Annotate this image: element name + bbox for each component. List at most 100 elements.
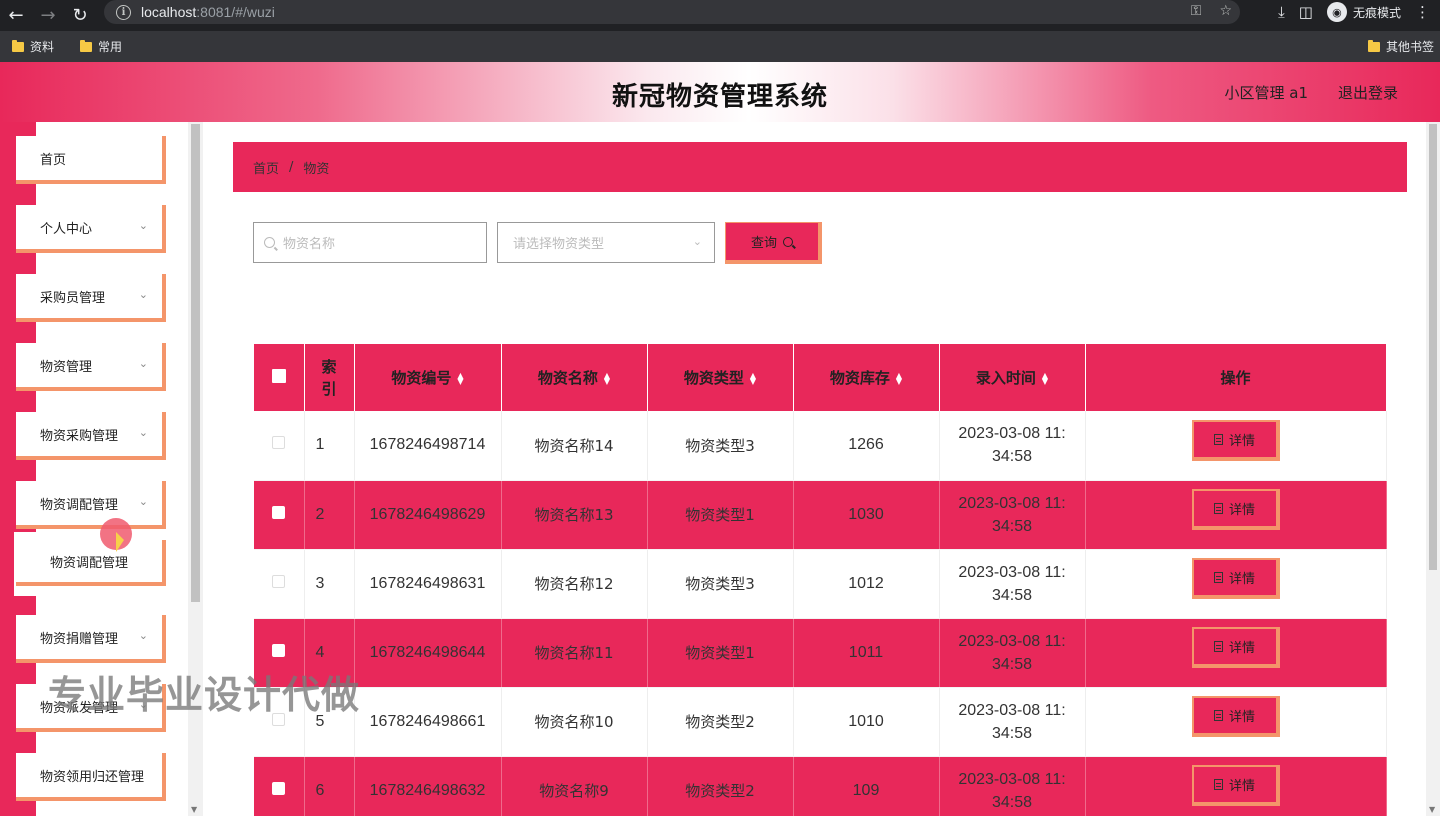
sort-icon[interactable]: ▲ ▼ <box>457 371 463 385</box>
row-checkbox[interactable] <box>272 505 286 519</box>
detail-button[interactable]: 详情 <box>1191 765 1280 806</box>
main-content: 首页 / 物资 物资名称 请选择物资类型 ⌄ 查询 索引 物资编号 ▲ ▼ 物资名称… <box>203 122 1426 816</box>
cell-time: 2023-03-08 11: 34:58 <box>939 756 1086 816</box>
back-icon[interactable]: ← <box>0 0 32 31</box>
sidebar-item-donation[interactable]: 物资捐赠管理 ⌄ <box>16 615 166 663</box>
col-code[interactable]: 物资编号 ▲ ▼ <box>354 344 502 411</box>
sidepanel-icon[interactable]: ◫ <box>1299 3 1313 21</box>
bookmark-folder-1[interactable]: 资料 <box>12 38 54 55</box>
sort-icon[interactable]: ▲ ▼ <box>750 371 756 385</box>
sidebar-item-allocation[interactable]: 物资调配管理 ⌄ <box>16 481 166 529</box>
current-user: 小区管理 a1 <box>1224 84 1308 102</box>
sidebar-item-buyers[interactable]: 采购员管理 ⌄ <box>16 274 166 322</box>
document-icon <box>1213 779 1223 790</box>
sidebar-item-supplies[interactable]: 物资管理 ⌄ <box>16 343 166 391</box>
scroll-down-icon[interactable]: ▼ <box>1429 805 1435 814</box>
download-icon[interactable]: ⤓ <box>1278 3 1285 21</box>
supply-name-input[interactable]: 物资名称 <box>253 222 487 263</box>
sort-icon[interactable]: ▲ ▼ <box>604 371 610 385</box>
table-row: 5 1678246498661 物资名称10 物资类型2 1010 2023-0… <box>254 687 1387 757</box>
cell-time: 2023-03-08 11: 34:58 <box>939 687 1086 757</box>
cell-stock: 1012 <box>793 549 940 619</box>
incognito-icon: ◉ <box>1326 2 1347 22</box>
supplies-table: 索引 物资编号 ▲ ▼ 物资名称 ▲ ▼ 物资类型 ▲ ▼ 物资库存 ▲ ▼ 录入时间 ▲ ▼ 操作… <box>254 344 1387 816</box>
detail-button[interactable]: 详情 <box>1191 419 1280 461</box>
row-checkbox[interactable] <box>272 781 286 795</box>
cell-code: 1678246498632 <box>354 756 502 816</box>
sidebar-item-home[interactable]: 首页 <box>16 136 166 184</box>
sort-icon[interactable]: ▲ ▼ <box>1042 371 1048 385</box>
cell-stock: 1010 <box>793 687 940 757</box>
cell-stock: 1266 <box>793 411 940 481</box>
logout-link[interactable]: 退出登录 <box>1338 82 1398 103</box>
chevron-down-icon: ⌄ <box>138 629 148 642</box>
sidebar-item-borrow-return[interactable]: 物资领用归还管理 <box>16 753 166 801</box>
document-icon <box>1213 503 1223 514</box>
address-bar[interactable]: i localhost:8081/#/wuzi ⚿ ☆ <box>104 0 1240 24</box>
table-row: 1 1678246498714 物资名称14 物资类型3 1266 2023-0… <box>254 411 1387 481</box>
reload-icon[interactable]: ↻ <box>64 0 96 31</box>
chevron-down-icon: ⌄ <box>138 426 148 439</box>
mouse-cursor-icon <box>116 532 124 552</box>
col-index: 索引 <box>304 344 355 411</box>
detail-button[interactable]: 详情 <box>1191 627 1280 668</box>
bookmark-folder-2[interactable]: 常用 <box>80 38 122 55</box>
cell-stock: 1030 <box>793 480 940 550</box>
col-action: 操作 <box>1085 344 1387 411</box>
page-scroll-thumb[interactable] <box>1429 124 1437 570</box>
cell-name: 物资名称14 <box>501 411 648 481</box>
scroll-down-icon[interactable]: ▼ <box>191 805 197 814</box>
folder-icon <box>1367 39 1380 52</box>
col-name[interactable]: 物资名称 ▲ ▼ <box>501 344 648 411</box>
query-button[interactable]: 查询 <box>725 222 822 264</box>
other-bookmarks[interactable]: 其他书签 <box>1367 38 1434 55</box>
breadcrumb: 首页 / 物资 <box>233 142 1407 192</box>
cell-code: 1678246498714 <box>354 411 502 481</box>
detail-button[interactable]: 详情 <box>1191 489 1280 530</box>
chevron-down-icon: ⌄ <box>138 357 148 370</box>
cell-type: 物资类型3 <box>647 411 794 481</box>
select-all-cell[interactable] <box>254 344 305 411</box>
detail-button[interactable]: 详情 <box>1191 558 1280 599</box>
document-icon <box>1213 641 1223 652</box>
cell-action: 详情 <box>1085 411 1387 481</box>
row-checkbox[interactable] <box>272 436 286 450</box>
breadcrumb-home[interactable]: 首页 <box>253 158 279 177</box>
select-all-checkbox[interactable] <box>271 368 286 383</box>
site-info-icon[interactable]: i <box>116 4 131 20</box>
submenu-item-allocation[interactable]: 物资调配管理 <box>16 540 166 586</box>
cell-name: 物资名称12 <box>501 549 648 619</box>
table-row: 3 1678246498631 物资名称12 物资类型3 1012 2023-0… <box>254 549 1387 619</box>
breadcrumb-separator: / <box>289 159 294 175</box>
sidebar-scroll-thumb[interactable] <box>191 124 200 602</box>
sidebar-item-profile[interactable]: 个人中心 ⌄ <box>16 205 166 253</box>
table-row: 4 1678246498644 物资名称11 物资类型1 1011 2023-0… <box>254 618 1387 688</box>
cell-action: 详情 <box>1085 480 1387 550</box>
forward-icon[interactable]: → <box>32 0 64 31</box>
col-stock[interactable]: 物资库存 ▲ ▼ <box>793 344 940 411</box>
cell-action: 详情 <box>1085 618 1387 688</box>
cell-type: 物资类型3 <box>647 549 794 619</box>
cell-name: 物资名称9 <box>501 756 648 816</box>
row-checkbox[interactable] <box>272 643 286 657</box>
cell-type: 物资类型2 <box>647 756 794 816</box>
col-time[interactable]: 录入时间 ▲ ▼ <box>939 344 1086 411</box>
cell-index: 1 <box>304 411 355 481</box>
document-icon <box>1213 572 1223 583</box>
row-checkbox[interactable] <box>272 574 286 588</box>
table-row: 2 1678246498629 物资名称13 物资类型1 1030 2023-0… <box>254 480 1387 550</box>
menu-kebab-icon[interactable]: ⋮ <box>1415 3 1430 21</box>
page-scrollbar[interactable]: ▼ <box>1426 122 1440 816</box>
sort-icon[interactable]: ▲ ▼ <box>896 371 902 385</box>
col-type[interactable]: 物资类型 ▲ ▼ <box>647 344 794 411</box>
cell-action: 详情 <box>1085 687 1387 757</box>
supply-type-select[interactable]: 请选择物资类型 ⌄ <box>497 222 715 263</box>
cell-code: 1678246498629 <box>354 480 502 550</box>
folder-icon <box>80 39 93 52</box>
cell-stock: 1011 <box>793 618 940 688</box>
detail-button[interactable]: 详情 <box>1191 696 1280 737</box>
key-icon[interactable]: ⚿ <box>1191 3 1202 19</box>
sidebar-item-purchase[interactable]: 物资采购管理 ⌄ <box>16 412 166 460</box>
star-icon[interactable]: ☆ <box>1219 3 1232 19</box>
incognito-badge[interactable]: ◉ 无痕模式 <box>1326 2 1401 22</box>
